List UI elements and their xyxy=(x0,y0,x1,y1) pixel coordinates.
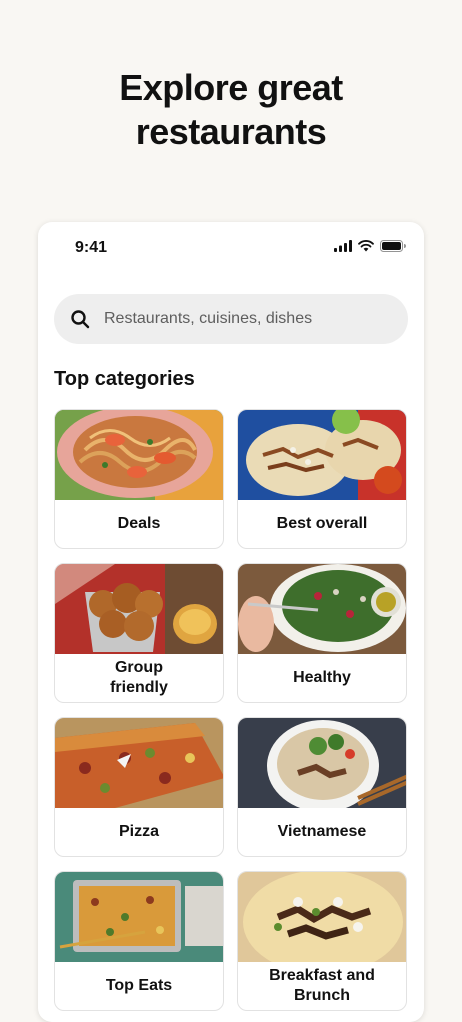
salad-bowl-icon xyxy=(238,564,406,654)
hero-heading-line1: Explore great xyxy=(119,67,343,108)
search-input[interactable] xyxy=(102,309,376,329)
search-icon xyxy=(71,310,90,329)
hero-heading: Explore great restaurants xyxy=(0,66,462,154)
category-label: Top Eats xyxy=(105,977,173,994)
hero-heading-line2: restaurants xyxy=(135,111,327,152)
category-label: Healthy xyxy=(293,669,351,686)
fried-chicken-icon xyxy=(55,564,223,654)
section-title: Top categories xyxy=(54,368,195,390)
phone-screen: 9:41 Top categor xyxy=(38,222,424,1022)
category-card-breakfast-and-brunch[interactable]: Breakfast and Brunch xyxy=(237,871,407,1011)
wifi-icon xyxy=(358,240,374,252)
pho-bowl-icon xyxy=(238,718,406,808)
category-card-group-friendly[interactable]: Group friendly xyxy=(54,563,224,703)
category-card-vietnamese[interactable]: Vietnamese xyxy=(237,717,407,857)
category-grid: Deals Best overall Group friendly Health… xyxy=(54,409,407,1011)
breakfast-taco-icon xyxy=(238,872,406,962)
category-card-top-eats[interactable]: Top Eats xyxy=(54,871,224,1011)
battery-icon xyxy=(380,240,406,252)
pizza-icon xyxy=(55,718,223,808)
search-bar[interactable] xyxy=(54,294,408,344)
category-card-healthy[interactable]: Healthy xyxy=(237,563,407,703)
category-label: Vietnamese xyxy=(277,823,367,840)
rice-tray-icon xyxy=(55,872,223,962)
cellular-signal-icon xyxy=(334,240,352,252)
category-label: Breakfast and Brunch xyxy=(269,967,375,1004)
category-label: Best overall xyxy=(276,515,368,532)
category-label: Deals xyxy=(117,515,161,532)
category-card-deals[interactable]: Deals xyxy=(54,409,224,549)
category-card-pizza[interactable]: Pizza xyxy=(54,717,224,857)
status-time: 9:41 xyxy=(75,239,108,256)
shrimp-noodles-icon xyxy=(55,410,223,500)
status-bar: 9:41 xyxy=(38,236,424,260)
category-card-best-overall[interactable]: Best overall xyxy=(237,409,407,549)
category-label: Pizza xyxy=(118,823,159,840)
category-label: Group friendly xyxy=(110,659,168,696)
tacos-icon xyxy=(238,410,406,500)
